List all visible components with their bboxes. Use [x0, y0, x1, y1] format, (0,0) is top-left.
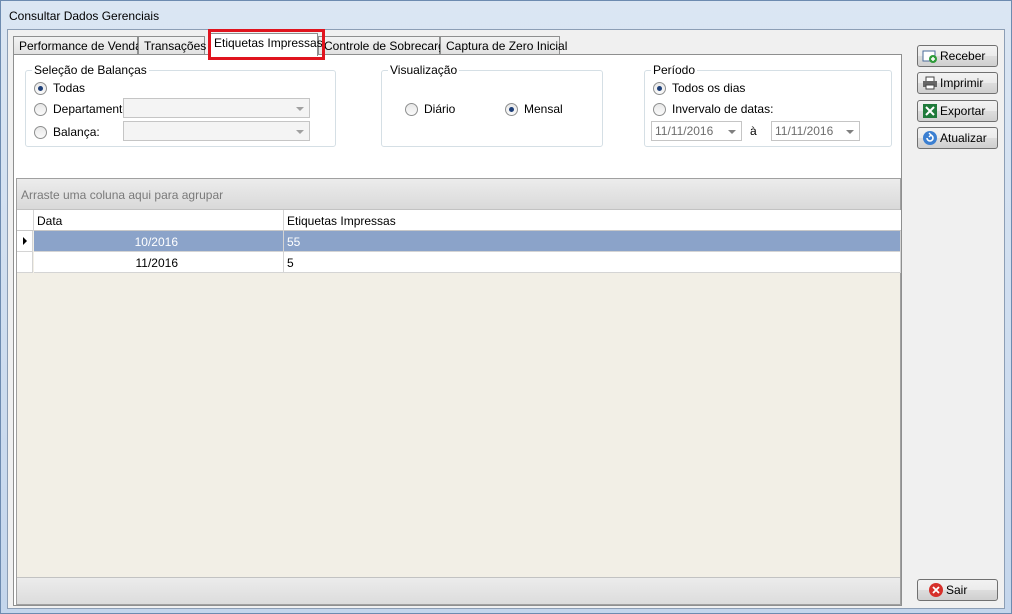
table-row[interactable]: 11/2016 5 [17, 252, 901, 273]
exportar-button[interactable]: Exportar [917, 100, 998, 122]
date-from-picker[interactable]: 11/11/2016 [651, 121, 742, 141]
radio-mensal-label: Mensal [524, 102, 563, 116]
radio-todos-dias[interactable]: Todos os dias [653, 81, 745, 95]
radio-todos-dias-label: Todos os dias [672, 81, 746, 95]
header-indicator [17, 210, 34, 231]
client-area: Performance de Vendas Transações Etiquet… [7, 29, 1005, 609]
radio-balanca[interactable]: Balança: [34, 125, 100, 139]
receber-button[interactable]: Receber [917, 45, 998, 67]
sair-label: Sair [946, 583, 968, 597]
radio-departamento-button[interactable] [34, 102, 47, 116]
departamento-combo[interactable] [123, 98, 310, 118]
grid-footer [17, 577, 900, 604]
cell-etiquetas[interactable]: 55 [284, 231, 901, 252]
excel-icon [922, 103, 938, 119]
radio-balanca-button[interactable] [34, 125, 47, 139]
table-row[interactable]: 10/2016 55 [17, 231, 901, 252]
group-legend-balancas: Seleção de Balanças [32, 63, 149, 77]
atualizar-label: Atualizar [940, 131, 987, 145]
group-selecao-balancas: Seleção de Balanças Todas Departamento: … [25, 63, 336, 147]
tab-transacoes[interactable]: Transações [138, 36, 206, 55]
date-to-picker[interactable]: 11/11/2016 [771, 121, 860, 141]
group-legend-periodo: Período [651, 63, 698, 77]
data-grid: Arraste uma coluna aqui para agrupar Dat… [16, 178, 901, 605]
printer-icon [922, 75, 938, 91]
imprimir-button[interactable]: Imprimir [917, 72, 998, 94]
tab-controle-sobrecarga[interactable]: Controle de Sobrecarga [318, 36, 451, 55]
radio-todas-button[interactable] [34, 81, 47, 95]
radio-mensal[interactable]: Mensal [505, 102, 563, 116]
date-to-value: 11/11/2016 [775, 124, 834, 138]
radio-diario-button[interactable] [405, 102, 418, 116]
date-from-value: 11/11/2016 [655, 124, 714, 138]
cell-etiquetas[interactable]: 5 [284, 252, 901, 273]
cell-data[interactable]: 10/2016 [34, 231, 284, 252]
close-icon [928, 582, 944, 598]
radio-todas[interactable]: Todas [34, 81, 85, 95]
tab-performance-vendas[interactable]: Performance de Vendas [13, 36, 148, 55]
radio-mensal-button[interactable] [505, 102, 518, 116]
group-periodo: Período Todos os dias Invervalo de datas… [644, 63, 892, 147]
receive-icon [922, 48, 938, 64]
tab-etiquetas-impressas[interactable]: Etiquetas Impressas [208, 33, 323, 56]
cell-data[interactable]: 11/2016 [34, 252, 284, 273]
chevron-down-icon [296, 130, 304, 134]
radio-diario[interactable]: Diário [405, 102, 455, 116]
imprimir-label: Imprimir [940, 76, 984, 90]
main-window: Consultar Dados Gerenciais Performance d… [0, 0, 1012, 614]
grid-header: Data Etiquetas Impressas [17, 210, 901, 231]
radio-balanca-label: Balança: [53, 125, 100, 139]
group-visualizacao: Visualização Diário Mensal [381, 63, 603, 147]
row-indicator [17, 231, 33, 252]
radio-departamento-label: Departamento: [53, 102, 133, 116]
row-pointer-icon [23, 237, 27, 245]
radio-intervalo-button[interactable] [653, 102, 666, 116]
refresh-icon [922, 130, 938, 146]
radio-todos-dias-button[interactable] [653, 81, 666, 95]
chevron-down-icon [296, 107, 304, 111]
exportar-label: Exportar [940, 104, 986, 118]
radio-todas-label: Todas [53, 81, 86, 95]
row-indicator [17, 252, 33, 273]
column-header-etiquetas[interactable]: Etiquetas Impressas [284, 210, 901, 231]
group-by-panel[interactable]: Arraste uma coluna aqui para agrupar [17, 179, 900, 210]
tab-panel-etiquetas: Seleção de Balanças Todas Departamento: … [13, 54, 902, 606]
window-title: Consultar Dados Gerenciais [9, 9, 160, 23]
radio-diario-label: Diário [424, 102, 456, 116]
atualizar-button[interactable]: Atualizar [917, 127, 998, 149]
sair-button[interactable]: Sair [917, 579, 998, 601]
group-legend-visualizacao: Visualização [388, 63, 460, 77]
balanca-combo[interactable] [123, 121, 310, 141]
radio-intervalo-label: Invervalo de datas: [672, 102, 774, 116]
chevron-down-icon [846, 130, 854, 134]
tab-captura-zero-inicial[interactable]: Captura de Zero Inicial [440, 36, 567, 55]
column-header-data[interactable]: Data [34, 210, 284, 231]
date-separator: à [750, 124, 757, 138]
radio-departamento[interactable]: Departamento: [34, 102, 132, 116]
chevron-down-icon [728, 130, 736, 134]
radio-intervalo-datas[interactable]: Invervalo de datas: [653, 102, 773, 116]
receber-label: Receber [940, 49, 986, 63]
